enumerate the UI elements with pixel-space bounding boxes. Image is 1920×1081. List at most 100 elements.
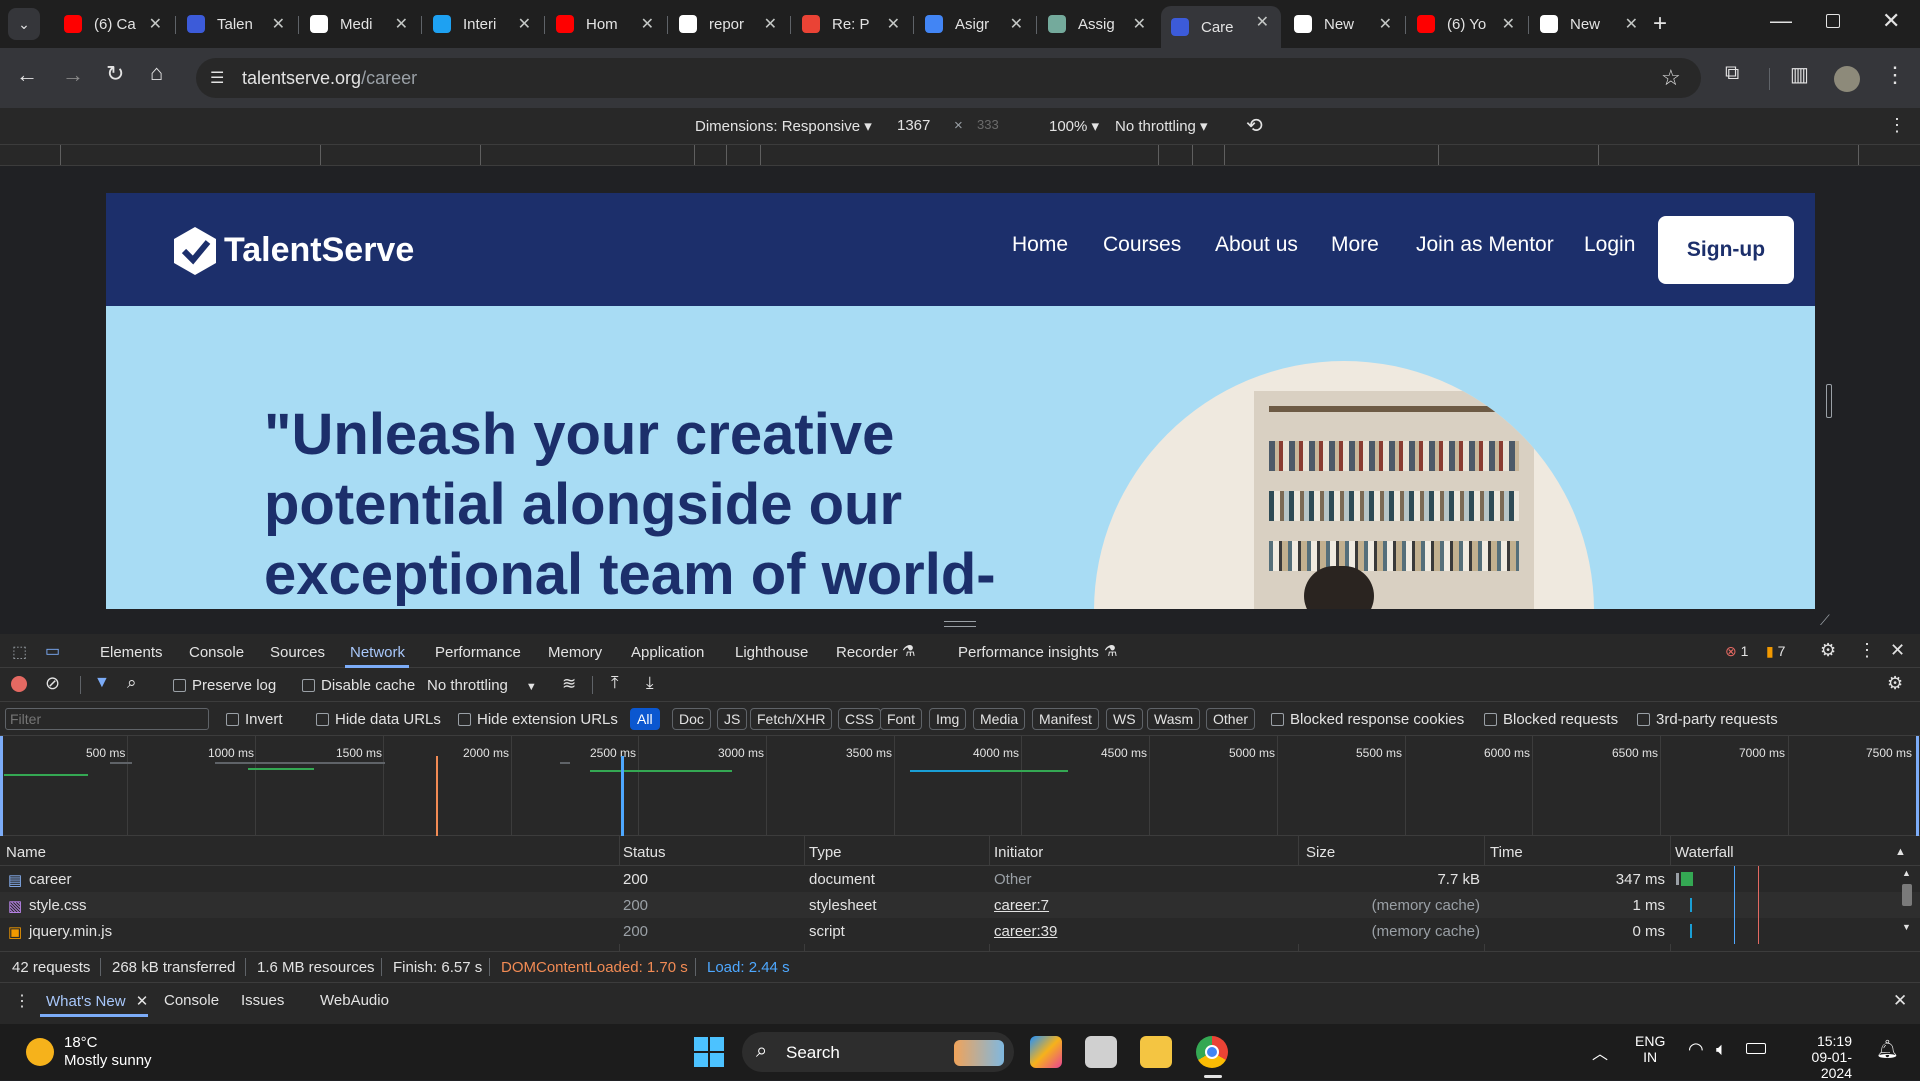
throttle-dropdown[interactable]: No throttling ▾ [1115, 117, 1208, 135]
browser-tab[interactable]: New ✕ [1284, 8, 1404, 40]
search-icon[interactable]: ⌕ [127, 673, 137, 693]
filter-input[interactable] [5, 708, 209, 730]
browser-tab[interactable]: Talen ✕ [177, 8, 297, 40]
forward-icon[interactable]: → [62, 62, 84, 88]
task-view-icon[interactable] [1085, 1036, 1117, 1068]
talentserve-logo-icon[interactable] [174, 227, 216, 280]
viewport-right-resize-handle[interactable] [1826, 384, 1832, 418]
browser-tab[interactable]: Hom ✕ [546, 8, 666, 40]
drawer-tab-whats-new[interactable]: What's New ✕ [46, 992, 148, 1010]
browser-tab[interactable]: Asigr ✕ [915, 8, 1035, 40]
side-panel-icon[interactable]: ▥ [1790, 62, 1809, 87]
dimensions-dropdown[interactable]: Dimensions: Responsive ▾ [695, 117, 872, 135]
invert-checkbox[interactable]: Invert [226, 711, 283, 728]
close-tab-icon[interactable]: ✕ [641, 14, 654, 34]
table-row[interactable]: ▤ career 200 document Other 7.7 kB 347 m… [0, 866, 1920, 892]
clear-icon[interactable]: ⊘ [45, 673, 60, 694]
tab-memory[interactable]: Memory [548, 644, 602, 661]
type-filter-manifest[interactable]: Manifest [1032, 708, 1099, 730]
website-page[interactable]: TalentServe Home Courses About us More J… [106, 193, 1815, 609]
bookmark-star-icon[interactable]: ☆ [1661, 65, 1681, 91]
tab-search-button[interactable]: ⌄ [8, 8, 40, 40]
request-initiator-link[interactable]: career:39 [994, 923, 1057, 940]
warning-count[interactable]: ▮ 7 [1766, 643, 1785, 660]
browser-tab[interactable]: Interi ✕ [423, 8, 543, 40]
tab-performance[interactable]: Performance [435, 644, 521, 661]
type-filter-css[interactable]: CSS [838, 708, 881, 730]
device-toggle-icon[interactable]: ▭ [45, 641, 60, 661]
url-text[interactable]: talentserve.org/career [242, 68, 417, 89]
drawer-tab-webaudio[interactable]: WebAudio [320, 992, 389, 1009]
preserve-log-checkbox[interactable]: Preserve log [173, 677, 276, 694]
weather-widget[interactable]: 18°C Mostly sunny [24, 1034, 184, 1072]
nav-join-mentor[interactable]: Join as Mentor [1416, 233, 1554, 257]
request-name[interactable]: jquery.min.js [29, 923, 112, 940]
table-row[interactable]: ▣ jquery.min.js 200 script career:39 (me… [0, 918, 1920, 944]
windows-start-icon[interactable] [694, 1037, 724, 1067]
profile-avatar[interactable] [1834, 66, 1860, 92]
nav-courses[interactable]: Courses [1103, 233, 1181, 257]
overview-left-handle[interactable] [0, 736, 3, 836]
drawer-tab-issues[interactable]: Issues [241, 992, 284, 1009]
site-brand[interactable]: TalentServe [224, 231, 414, 270]
close-tab-icon[interactable]: ✕ [1502, 14, 1515, 34]
type-filter-wasm[interactable]: Wasm [1147, 708, 1201, 730]
browser-tab[interactable]: (6) Yo ✕ [1407, 8, 1527, 40]
browser-tab[interactable]: Re: P ✕ [792, 8, 912, 40]
back-icon[interactable]: ← [16, 62, 38, 88]
close-tab-icon[interactable]: ✕ [272, 14, 285, 34]
column-header-initiator[interactable]: Initiator [994, 844, 1043, 861]
rotate-icon[interactable]: ⟲ [1246, 113, 1263, 138]
close-window-button[interactable]: ✕ [1882, 8, 1900, 34]
column-header-time[interactable]: Time [1490, 844, 1523, 861]
tab-lighthouse[interactable]: Lighthouse [735, 644, 808, 661]
sort-up-icon[interactable]: ▲ [1895, 846, 1906, 858]
column-header-status[interactable]: Status [623, 844, 666, 861]
close-icon[interactable]: ✕ [136, 993, 149, 1010]
extensions-icon[interactable]: ⧉ [1725, 62, 1739, 85]
tray-expand-icon[interactable]: ︿ [1592, 1040, 1608, 1064]
blocked-requests-checkbox[interactable]: Blocked requests [1484, 711, 1618, 728]
hide-data-urls-checkbox[interactable]: Hide data URLs [316, 711, 441, 728]
close-tab-icon[interactable]: ✕ [1133, 14, 1146, 34]
column-header-waterfall[interactable]: Waterfall [1675, 844, 1734, 861]
browser-tab[interactable]: repor ✕ [669, 8, 789, 40]
type-filter-media[interactable]: Media [973, 708, 1026, 730]
width-input[interactable]: 1367 [897, 117, 930, 134]
tab-sources[interactable]: Sources [270, 644, 325, 661]
address-bar[interactable]: ☰ talentserve.org/career ☆ [196, 58, 1701, 98]
type-filter-doc[interactable]: Doc [672, 708, 711, 730]
overview-right-handle[interactable] [1916, 736, 1919, 836]
tab-network[interactable]: Network [350, 644, 405, 661]
device-toolbar-more-icon[interactable]: ⋮ [1888, 115, 1906, 136]
scroll-down-icon[interactable]: ▼ [1902, 922, 1911, 932]
devtools-more-icon[interactable]: ⋮ [1858, 640, 1876, 661]
close-tab-icon[interactable]: ✕ [1010, 14, 1023, 34]
nav-home[interactable]: Home [1012, 233, 1068, 257]
throttling-select[interactable]: No throttling ▼ [427, 677, 537, 694]
site-info-icon[interactable]: ☰ [210, 68, 224, 88]
height-input[interactable]: 333 [977, 117, 999, 132]
error-count[interactable]: ⊗ 1 [1725, 643, 1748, 660]
restore-button[interactable] [1826, 14, 1840, 28]
chrome-icon[interactable] [1196, 1036, 1228, 1068]
notification-bell-icon[interactable]: 🔔︎ [1876, 1039, 1899, 1060]
menu-kebab-icon[interactable]: ⋮ [1884, 62, 1906, 88]
signup-button[interactable]: Sign-up [1658, 216, 1794, 284]
table-scrollbar[interactable]: ▲ ▼ [1900, 868, 1914, 932]
wifi-icon[interactable]: ◠ [1688, 1039, 1704, 1060]
blocked-cookies-checkbox[interactable]: Blocked response cookies [1271, 711, 1464, 728]
column-header-name[interactable]: Name [6, 844, 46, 861]
tab-performance-insights[interactable]: Performance insights [958, 644, 1099, 661]
request-initiator-link[interactable]: career:7 [994, 897, 1049, 914]
new-tab-button[interactable]: + [1653, 10, 1667, 38]
clock[interactable]: 15:19 09-01-2024 [1786, 1033, 1852, 1081]
tab-elements[interactable]: Elements [100, 644, 163, 661]
third-party-checkbox[interactable]: 3rd-party requests [1637, 711, 1778, 728]
browser-tab[interactable]: Medi ✕ [300, 8, 420, 40]
type-filter-other[interactable]: Other [1206, 708, 1256, 730]
close-tab-icon[interactable]: ✕ [887, 14, 900, 34]
browser-tab[interactable]: New ✕ [1530, 8, 1650, 40]
network-conditions-icon[interactable]: ≋ [562, 674, 576, 694]
reload-icon[interactable]: ↻ [106, 61, 124, 87]
